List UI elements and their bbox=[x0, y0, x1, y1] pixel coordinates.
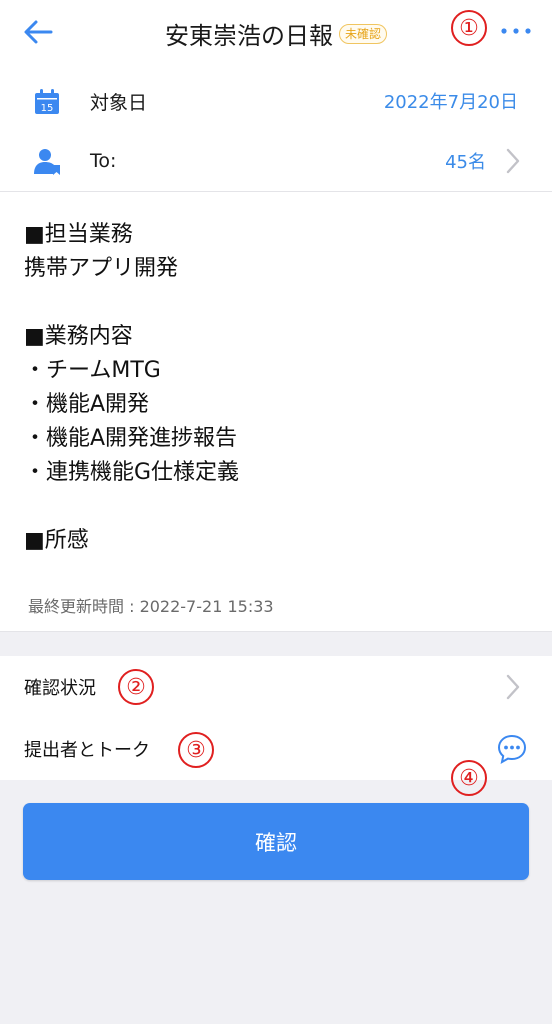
report-content: ■担当業務 携帯アプリ開発 ■業務内容 ・チームMTG ・機能A開発 ・機能A開… bbox=[0, 192, 552, 632]
more-button[interactable] bbox=[496, 16, 536, 46]
annotation-marker-2: ② bbox=[118, 669, 154, 705]
target-date-value[interactable]: 2022年7月20日 bbox=[384, 88, 518, 114]
chevron-right-icon bbox=[506, 674, 520, 700]
confirm-status-row[interactable]: 確認状況 bbox=[0, 656, 552, 718]
more-dots-icon bbox=[501, 28, 531, 34]
back-button[interactable] bbox=[18, 14, 58, 50]
page-title: 安東崇浩の日報 bbox=[164, 22, 333, 50]
annotation-marker-3: ③ bbox=[178, 732, 214, 768]
recipients-label: To: bbox=[90, 150, 117, 172]
recipients-row[interactable]: To: 45名 bbox=[0, 130, 552, 192]
talk-with-submitter-label: 提出者とトーク bbox=[24, 740, 150, 761]
unconfirmed-badge: 未確認 bbox=[338, 23, 387, 44]
last-updated-text: 最終更新時間 : 2022-7-21 15:33 bbox=[28, 597, 274, 616]
chevron-right-icon bbox=[506, 148, 520, 174]
arrow-left-icon bbox=[24, 20, 53, 44]
target-date-row: 15 対象日 2022年7月20日 bbox=[0, 70, 552, 132]
confirm-status-label: 確認状況 bbox=[24, 678, 96, 699]
report-body-text: ■担当業務 携帯アプリ開発 ■業務内容 ・チームMTG ・機能A開発 ・機能A開… bbox=[24, 222, 240, 553]
annotation-marker-4: ④ bbox=[451, 760, 487, 796]
confirm-button[interactable]: 確認 bbox=[23, 803, 529, 880]
recipients-count: 45名 bbox=[445, 152, 486, 173]
person-icon bbox=[34, 149, 60, 175]
report-info-section: 15 対象日 2022年7月20日 To: 45名 bbox=[0, 66, 552, 192]
chat-bubble-icon[interactable] bbox=[496, 733, 528, 765]
svg-text:15: 15 bbox=[41, 103, 54, 114]
calendar-icon: 15 bbox=[35, 89, 59, 114]
annotation-marker-1: ① bbox=[451, 10, 487, 46]
target-date-label: 対象日 bbox=[90, 91, 148, 114]
